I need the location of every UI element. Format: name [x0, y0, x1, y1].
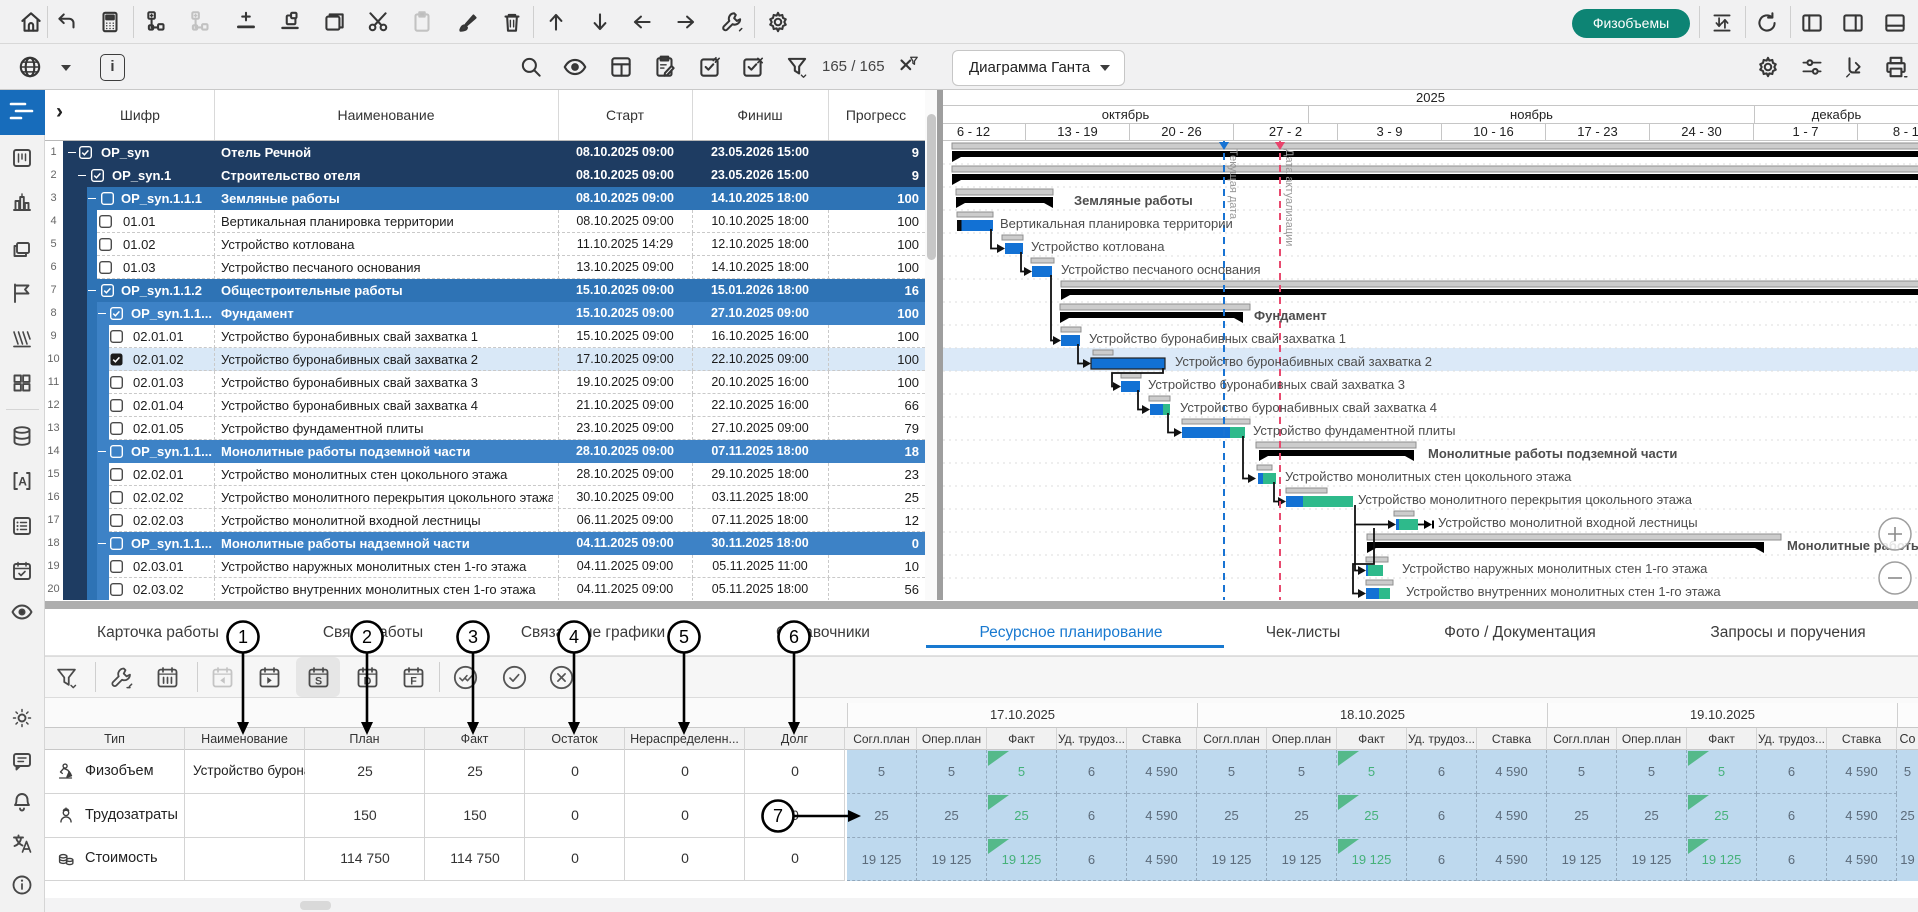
svg-text:4: 4: [569, 627, 579, 647]
svg-text:2: 2: [362, 627, 372, 647]
svg-text:3: 3: [468, 627, 478, 647]
svg-text:1: 1: [238, 627, 248, 647]
svg-text:6: 6: [789, 627, 799, 647]
svg-text:5: 5: [679, 627, 689, 647]
svg-text:7: 7: [773, 806, 783, 826]
